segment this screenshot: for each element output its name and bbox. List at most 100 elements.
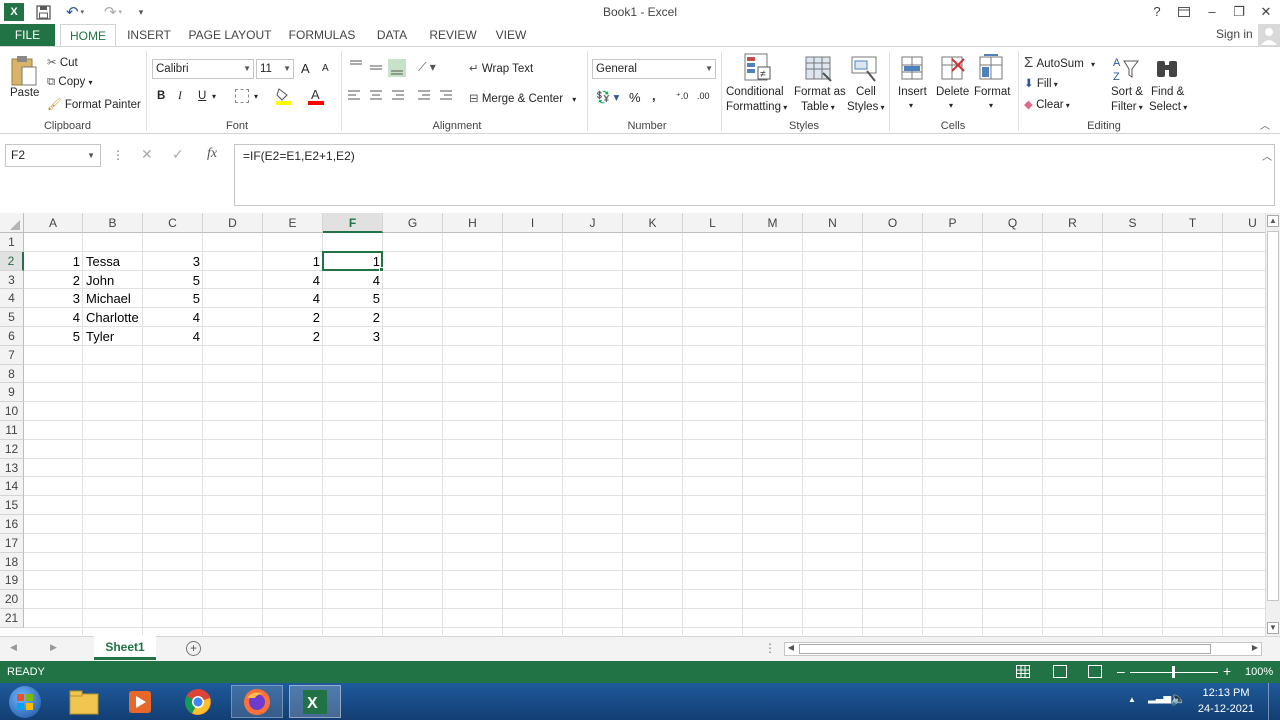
conditional-formatting-button[interactable]: ≠ Conditional Formatting ▾ (726, 51, 790, 117)
scroll-left-icon[interactable]: ◀ (785, 643, 797, 655)
more-options-icon[interactable]: ⋮ (112, 148, 124, 162)
cell-f4[interactable]: 5 (323, 289, 383, 308)
column-header-l[interactable]: L (683, 213, 743, 233)
tab-data[interactable]: DATA (368, 24, 416, 47)
cell-a3[interactable]: 2 (24, 271, 83, 290)
column-header-j[interactable]: J (563, 213, 623, 233)
help-button[interactable]: ? (1143, 2, 1171, 22)
italic-button[interactable]: I (178, 90, 182, 102)
cell-c5[interactable]: 4 (143, 308, 203, 327)
column-header-u[interactable]: U (1223, 213, 1265, 233)
show-desktop-button[interactable] (1268, 683, 1280, 720)
clock-date[interactable]: 24-12-2021 (1196, 703, 1256, 715)
delete-cells-button[interactable]: Delete ▾ (934, 51, 972, 117)
column-header-h[interactable]: H (443, 213, 503, 233)
underline-dropdown-icon[interactable]: ▾ (212, 92, 216, 101)
cell-b5[interactable]: Charlotte (83, 308, 143, 327)
tab-review[interactable]: REVIEW (424, 24, 482, 47)
column-header-s[interactable]: S (1103, 213, 1163, 233)
autosum-button[interactable]: Σ AutoSum ▾ (1024, 54, 1095, 71)
vertical-scroll-thumb[interactable] (1267, 231, 1279, 601)
number-format-combo[interactable]: General ▼ (592, 59, 716, 79)
column-header-t[interactable]: T (1163, 213, 1223, 233)
tab-page-layout[interactable]: PAGE LAYOUT (185, 24, 275, 47)
row-header-16[interactable]: 16 (0, 515, 24, 534)
minimize-button[interactable]: – (1198, 2, 1226, 22)
row-header-17[interactable]: 17 (0, 533, 24, 553)
firefox-icon[interactable] (231, 685, 283, 718)
cell-c6[interactable]: 4 (143, 327, 203, 346)
wrap-text-button[interactable]: ↵ Wrap Text (469, 61, 533, 75)
cell-e4[interactable]: 4 (263, 289, 323, 308)
column-header-r[interactable]: R (1043, 213, 1103, 233)
column-header-c[interactable]: C (143, 213, 203, 233)
column-header-q[interactable]: Q (983, 213, 1043, 233)
cell-styles-button[interactable]: Cell Styles ▾ (846, 51, 886, 117)
font-size-combo[interactable]: 11 ▼ (256, 59, 294, 79)
row-header-10[interactable]: 10 (0, 402, 24, 421)
comma-style-button[interactable]: , (652, 88, 656, 103)
column-header-m[interactable]: M (743, 213, 803, 233)
bold-button[interactable]: B (157, 90, 165, 102)
row-header-9[interactable]: 9 (0, 383, 24, 403)
select-all-button[interactable] (0, 213, 24, 233)
fill-color-icon[interactable] (276, 87, 292, 105)
formula-input[interactable]: =IF(E2=E1,E2+1,E2) (234, 144, 1275, 206)
zoom-out-icon[interactable]: – (1117, 663, 1125, 679)
cut-button[interactable]: ✂ Cut (47, 55, 78, 69)
cell-b6[interactable]: Tyler (83, 327, 143, 346)
page-break-view-icon[interactable] (1088, 665, 1102, 678)
expand-formula-bar-icon[interactable]: ︿ (1262, 148, 1272, 163)
restore-button[interactable]: ❐ (1225, 2, 1253, 22)
worksheet-grid[interactable]: ABCDEFGHIJKLMNOPQRSTU 1 2 3 4 5 6 7 8 9 10 11 12 13 1… (0, 213, 1265, 635)
normal-view-icon[interactable] (1016, 665, 1030, 678)
underline-button[interactable]: U (198, 90, 206, 102)
show-hidden-icons[interactable]: ▲ (1128, 695, 1136, 704)
zoom-slider-thumb[interactable] (1172, 666, 1175, 678)
cell-b4[interactable]: Michael (83, 289, 143, 308)
decrease-decimal-icon[interactable]: .00 (697, 91, 710, 101)
column-header-d[interactable]: D (203, 213, 263, 233)
row-header-2[interactable]: 2 (0, 251, 24, 271)
column-header-g[interactable]: G (383, 213, 443, 233)
cell-e2[interactable]: 1 (263, 252, 323, 271)
cell-f3[interactable]: 4 (323, 271, 383, 290)
horizontal-scrollbar[interactable]: ◀ ▶ (784, 642, 1262, 656)
network-icon[interactable]: ▂▃▅ (1148, 693, 1171, 704)
row-header-11[interactable]: 11 (0, 421, 24, 440)
column-header-o[interactable]: O (863, 213, 923, 233)
format-cells-button[interactable]: Format ▾ (972, 51, 1014, 117)
collapse-ribbon-icon[interactable]: ︿ (1260, 117, 1270, 132)
page-layout-view-icon[interactable] (1053, 665, 1067, 678)
cell-f5[interactable]: 2 (323, 308, 383, 327)
column-header-f[interactable]: F (323, 213, 383, 233)
cell-b2[interactable]: Tessa (83, 252, 143, 271)
column-header-b[interactable]: B (83, 213, 143, 233)
fill-handle[interactable] (379, 266, 384, 272)
ribbon-display-options-icon[interactable] (1170, 2, 1198, 22)
row-header-1[interactable]: 1 (0, 233, 24, 252)
tab-home[interactable]: HOME (60, 24, 116, 47)
sort-filter-button[interactable]: AZ Sort & Filter ▾ (1108, 51, 1148, 117)
cell-e5[interactable]: 2 (263, 308, 323, 327)
font-color-icon[interactable]: A (308, 87, 324, 105)
zoom-in-icon[interactable]: + (1223, 663, 1231, 679)
row-header-4[interactable]: 4 (0, 289, 24, 309)
insert-function-icon[interactable]: fx (207, 146, 217, 162)
cell-c2[interactable]: 3 (143, 252, 203, 271)
row-header-14[interactable]: 14 (0, 477, 24, 497)
row-header-19[interactable]: 19 (0, 571, 24, 591)
tab-file[interactable]: FILE (0, 24, 55, 47)
cell-b3[interactable]: John (83, 271, 143, 290)
row-header-15[interactable]: 15 (0, 496, 24, 515)
row-header-6[interactable]: 6 (0, 327, 24, 346)
row-header-5[interactable]: 5 (0, 308, 24, 327)
name-box[interactable]: F2 ▼ (5, 144, 101, 167)
borders-icon[interactable] (235, 89, 249, 103)
close-button[interactable]: ✕ (1252, 2, 1280, 22)
splitter-icon[interactable]: ⋮ (764, 641, 776, 655)
next-sheet-icon[interactable]: ▶ (50, 642, 57, 653)
column-header-p[interactable]: P (923, 213, 983, 233)
row-header-3[interactable]: 3 (0, 270, 24, 290)
clock-time[interactable]: 12:13 PM (1198, 687, 1254, 699)
